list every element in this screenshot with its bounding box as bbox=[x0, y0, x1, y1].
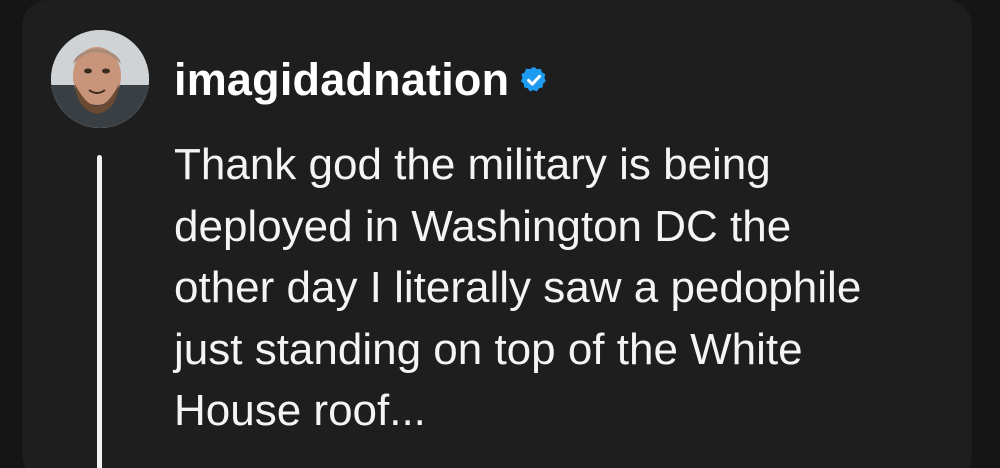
username[interactable]: imagidadnation bbox=[174, 52, 509, 108]
thread-line bbox=[97, 155, 102, 468]
screen: imagidadnation Thank god the military is… bbox=[0, 0, 1000, 468]
verified-badge-icon bbox=[519, 65, 549, 95]
avatar[interactable] bbox=[51, 30, 149, 128]
avatar-image bbox=[51, 30, 149, 128]
post-text: Thank god the military is being deployed… bbox=[174, 140, 862, 435]
post-header: imagidadnation bbox=[174, 52, 549, 108]
